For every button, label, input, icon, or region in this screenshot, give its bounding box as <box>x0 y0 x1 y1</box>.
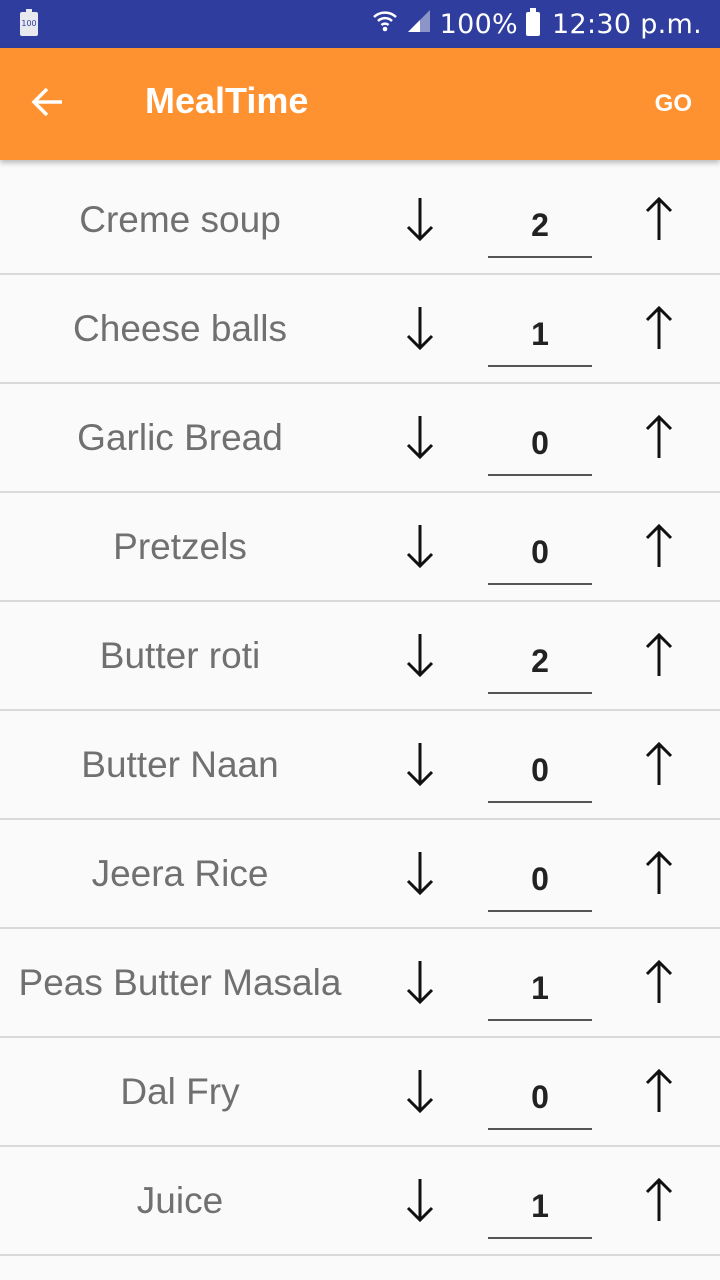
decrease-button[interactable] <box>390 517 450 579</box>
arrow-up-icon <box>644 850 674 901</box>
decrease-button[interactable] <box>390 626 450 688</box>
decrease-button[interactable] <box>390 299 450 361</box>
increase-button[interactable] <box>629 844 689 906</box>
arrow-up-icon <box>644 305 674 356</box>
arrow-down-icon <box>405 850 435 901</box>
increase-button[interactable] <box>629 517 689 579</box>
increase-button[interactable] <box>629 626 689 688</box>
arrow-up-icon <box>644 741 674 792</box>
arrow-down-icon <box>405 1177 435 1228</box>
quantity-field[interactable]: 2 <box>488 194 592 258</box>
page-title: MealTime <box>145 80 309 121</box>
quantity-field[interactable]: 0 <box>488 412 592 476</box>
decrease-button[interactable] <box>390 190 450 252</box>
decrease-button[interactable] <box>390 844 450 906</box>
item-name: Juice <box>136 1179 224 1221</box>
back-button[interactable] <box>22 78 74 130</box>
increase-button[interactable] <box>629 735 689 797</box>
arrow-down-icon <box>405 741 435 792</box>
item-name: Jeera Rice <box>91 852 269 894</box>
go-button[interactable]: GO <box>655 90 692 118</box>
quantity-field[interactable]: 2 <box>488 630 592 694</box>
quantity-field[interactable]: 1 <box>488 303 592 367</box>
wifi-icon <box>372 8 398 41</box>
arrow-down-icon <box>405 414 435 465</box>
quantity-field[interactable]: 0 <box>488 739 592 803</box>
menu-list: Creme soup 2 Cheese balls 1 Garlic Bread 0 Pre… <box>0 166 720 1256</box>
app-bar: MealTime GO <box>0 48 720 160</box>
arrow-down-icon <box>405 959 435 1010</box>
quantity-field[interactable]: 1 <box>488 1175 592 1239</box>
item-name: Butter Naan <box>81 743 279 785</box>
arrow-up-icon <box>644 632 674 683</box>
quantity-field[interactable]: 0 <box>488 521 592 585</box>
increase-button[interactable] <box>629 1171 689 1233</box>
arrow-down-icon <box>405 523 435 574</box>
increase-button[interactable] <box>629 408 689 470</box>
arrow-up-icon <box>644 1177 674 1228</box>
decrease-button[interactable] <box>390 953 450 1015</box>
arrow-left-icon <box>30 84 66 125</box>
arrow-down-icon <box>405 196 435 247</box>
list-item: Creme soup 2 <box>0 166 720 275</box>
list-item: Peas Butter Masala 1 <box>0 929 720 1038</box>
item-name: Peas Butter Masala <box>18 961 342 1003</box>
status-right: 100% 12:30 p.m. <box>372 8 702 41</box>
arrow-up-icon <box>644 1068 674 1119</box>
item-name: Pretzels <box>113 525 247 567</box>
battery-percent: 100% <box>439 8 518 40</box>
item-name: Butter roti <box>99 634 261 676</box>
decrease-button[interactable] <box>390 1062 450 1124</box>
arrow-up-icon <box>644 959 674 1010</box>
arrow-down-icon <box>405 305 435 356</box>
decrease-button[interactable] <box>390 408 450 470</box>
status-time: 12:30 p.m. <box>552 8 702 40</box>
arrow-down-icon <box>405 1068 435 1119</box>
item-name: Creme soup <box>79 198 281 240</box>
arrow-down-icon <box>405 632 435 683</box>
quantity-field[interactable]: 0 <box>488 1066 592 1130</box>
status-left: 100 <box>18 9 38 36</box>
item-name: Dal Fry <box>120 1070 240 1112</box>
item-name: Cheese balls <box>73 307 287 349</box>
increase-button[interactable] <box>629 953 689 1015</box>
list-item: Garlic Bread 0 <box>0 384 720 493</box>
increase-button[interactable] <box>629 299 689 361</box>
list-item: Cheese balls 1 <box>0 275 720 384</box>
item-name: Garlic Bread <box>77 416 283 458</box>
list-item: Butter Naan 0 <box>0 711 720 820</box>
arrow-up-icon <box>644 523 674 574</box>
quantity-field[interactable]: 0 <box>488 848 592 912</box>
list-item: Jeera Rice 0 <box>0 820 720 929</box>
list-item: Butter roti 2 <box>0 602 720 711</box>
increase-button[interactable] <box>629 190 689 252</box>
list-item: Dal Fry 0 <box>0 1038 720 1147</box>
battery-icon <box>526 8 540 36</box>
signal-icon <box>406 8 432 41</box>
quantity-field[interactable]: 1 <box>488 957 592 1021</box>
arrow-up-icon <box>644 196 674 247</box>
arrow-up-icon <box>644 414 674 465</box>
increase-button[interactable] <box>629 1062 689 1124</box>
decrease-button[interactable] <box>390 1171 450 1233</box>
decrease-button[interactable] <box>390 735 450 797</box>
list-item: Juice 1 <box>0 1147 720 1256</box>
battery-notification-text: 100 <box>21 14 37 34</box>
status-bar: 100 100% 12:30 p.m. <box>0 0 720 48</box>
battery-notification-icon: 100 <box>20 9 38 36</box>
list-item: Pretzels 0 <box>0 493 720 602</box>
